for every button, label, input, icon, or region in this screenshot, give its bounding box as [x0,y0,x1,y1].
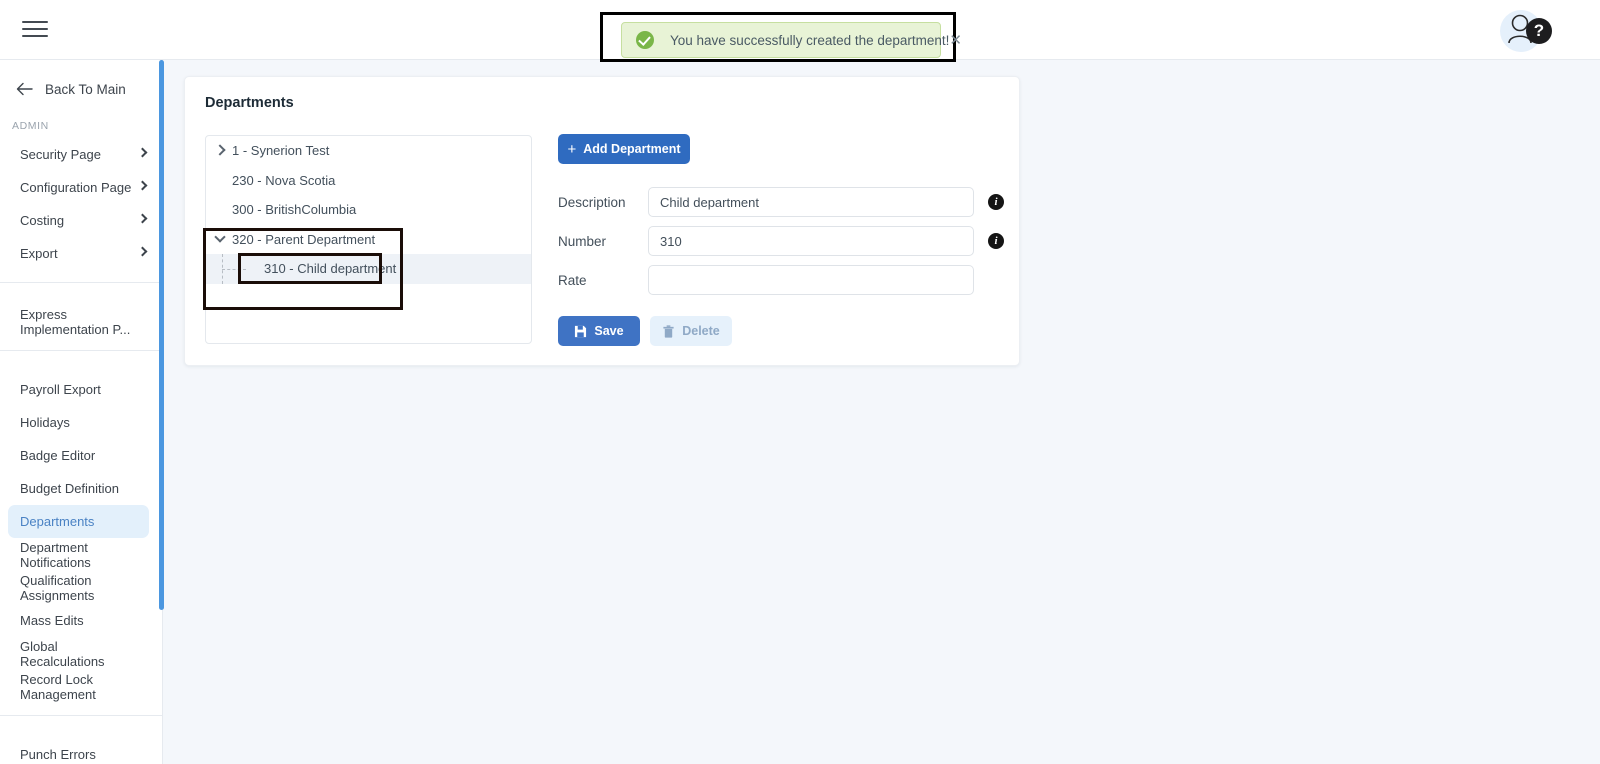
tree-node-label: 320 - Parent Department [232,231,376,247]
sidebar-item-export[interactable]: Export [0,237,162,270]
sidebar-item-label: Punch Errors [20,747,96,762]
close-icon[interactable]: ✕ [949,33,962,48]
save-button[interactable]: Save [558,316,640,346]
sidebar-item-label: Departments [20,514,95,529]
sidebar-item-label: Qualification Assignments [20,572,95,603]
tree-node-label: 310 - Child department [264,261,397,277]
save-disk-icon [575,325,587,337]
plus-icon: + [567,140,577,158]
sidebar-item-holidays[interactable]: Holidays [0,406,162,439]
tree-node-synerion-test[interactable]: 1 - Synerion Test [206,136,531,166]
sidebar-item-department-notifications[interactable]: Department Notifications [0,538,162,571]
tree-connector-horizontal [222,269,246,270]
number-input[interactable] [648,226,974,256]
chevron-right-icon [137,147,148,158]
info-icon[interactable]: i [988,233,1004,249]
sidebar-item-record-lock-management[interactable]: Record Lock Management [0,670,162,703]
sidebar-item-departments[interactable]: Departments [8,505,149,538]
back-to-main-button[interactable]: Back To Main [0,72,162,106]
delete-label: Delete [682,324,720,338]
sidebar-item-mass-edits[interactable]: Mass Edits [0,604,162,637]
sidebar-item-label: Badge Editor [20,448,96,463]
sidebar-section-label: ADMIN [12,120,49,132]
sidebar-item-payroll-export[interactable]: Payroll Export [0,373,162,406]
number-row: Number i [558,226,1004,256]
chevron-right-icon [137,246,148,257]
chevron-down-icon[interactable] [214,230,226,243]
hamburger-menu-icon[interactable] [22,18,48,40]
add-department-label: Add Department [583,142,681,156]
description-input[interactable] [648,187,974,217]
tree-node-parent-department[interactable]: 320 - Parent Department [206,225,531,255]
sidebar-item-configuration-page[interactable]: Configuration Page [0,171,162,204]
sidebar-item-label: Budget Definition [20,481,120,496]
sidebar-divider [0,715,162,716]
sidebar-item-label: Security Page [20,147,101,162]
departments-card: Departments 1 - Synerion Test 230 - Nova… [184,76,1020,366]
sidebar-item-label: Mass Edits [20,613,84,628]
tree-node-label: 230 - Nova Scotia [232,172,336,188]
sidebar-item-budget-definition[interactable]: Budget Definition [0,472,162,505]
arrow-left-icon [16,82,33,96]
chevron-right-icon[interactable] [214,144,226,156]
help-icon[interactable]: ? [1526,18,1552,44]
tree-node-label: 1 - Synerion Test [232,143,330,159]
sidebar-item-label: Express Implementation P... [20,306,131,337]
sidebar-item-costing[interactable]: Costing [0,204,162,237]
department-tree: 1 - Synerion Test 230 - Nova Scotia 300 … [205,135,532,344]
page-title: Departments [205,95,294,111]
success-check-icon [636,31,654,49]
sidebar-item-label: Department Notifications [20,539,91,570]
rate-input[interactable] [648,265,974,295]
sidebar-item-label: Payroll Export [20,382,101,397]
success-toast: You have successfully created the depart… [621,22,962,58]
sidebar-item-label: Global Recalculations [20,638,105,669]
sidebar-item-label: Costing [20,213,65,228]
sidebar-item-qualification-assignments[interactable]: Qualification Assignments [0,571,162,604]
delete-button[interactable]: Delete [650,316,732,346]
toast-annotation-box: You have successfully created the depart… [600,12,962,62]
sidebar-item-express-implementation[interactable]: Express Implementation P... [0,305,162,338]
description-label: Description [558,194,626,210]
sidebar-item-global-recalculations[interactable]: Global Recalculations [0,637,162,670]
rate-row: Rate [558,265,974,295]
add-department-button[interactable]: + Add Department [558,134,690,164]
sidebar-item-security-page[interactable]: Security Page [0,138,162,171]
number-label: Number [558,233,607,249]
sidebar-item-label: Holidays [20,415,70,430]
toast-message: You have successfully created the depart… [670,32,950,48]
tree-node-nova-scotia[interactable]: 230 - Nova Scotia [206,166,531,196]
sidebar: Back To Main ADMIN Security Page Configu… [0,60,163,764]
tree-node-label: 300 - BritishColumbia [232,202,357,218]
tree-node-child-department[interactable]: 310 - Child department [206,254,531,284]
rate-label: Rate [558,272,587,288]
sidebar-divider [0,350,162,351]
chevron-right-icon [137,213,148,224]
sidebar-item-label: Record Lock Management [20,671,96,702]
back-to-main-label: Back To Main [45,81,126,97]
tree-node-british-columbia[interactable]: 300 - BritishColumbia [206,195,531,225]
hamburger-line [22,35,48,37]
hamburger-line [22,21,48,23]
hamburger-line [22,28,48,30]
sidebar-item-label: Export [20,246,58,261]
sidebar-divider [0,282,162,283]
sidebar-item-badge-editor[interactable]: Badge Editor [0,439,162,472]
description-row: Description i [558,187,1004,217]
info-icon[interactable]: i [988,194,1004,210]
chevron-right-icon [137,180,148,191]
save-label: Save [594,324,624,338]
user-menu[interactable]: ? [1496,6,1552,56]
sidebar-item-label: Configuration Page [20,180,132,195]
sidebar-scrollbar[interactable] [159,60,164,610]
trash-icon [663,324,674,338]
sidebar-item-punch-errors[interactable]: Punch Errors [0,738,162,764]
